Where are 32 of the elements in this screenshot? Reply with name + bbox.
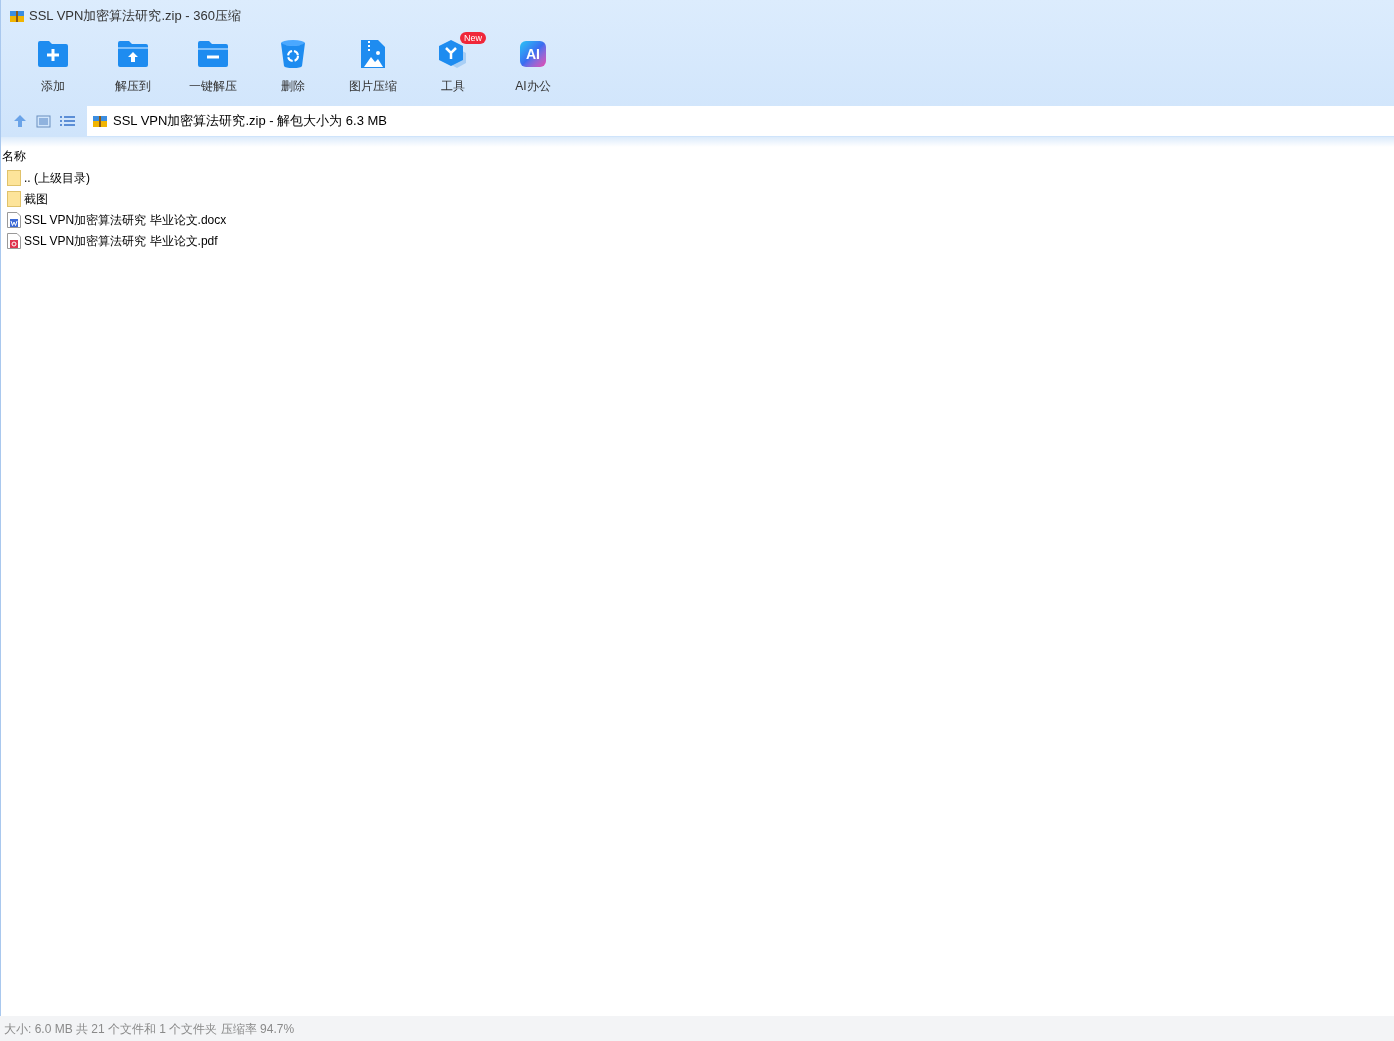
toolbar-button[interactable]: 图片压缩 <box>333 32 413 94</box>
list-view-icon[interactable] <box>60 115 75 127</box>
up-arrow-icon[interactable] <box>13 114 27 128</box>
word-document-icon <box>7 211 21 228</box>
toolbar-button[interactable]: 一键解压 <box>173 32 253 94</box>
window-title: SSL VPN加密算法研究.zip - 360压缩 <box>29 7 241 26</box>
folder-up-arrow-icon <box>117 40 149 68</box>
folder-plus-icon <box>37 40 69 68</box>
file-row[interactable]: SSL VPN加密算法研究 毕业论文.pdf <box>1 230 1394 251</box>
zipped-image-icon <box>360 39 386 69</box>
toolbar-button[interactable]: 删除 <box>253 32 333 94</box>
column-header[interactable]: 名称 <box>1 147 27 165</box>
address-bar[interactable]: SSL VPN加密算法研究.zip - 解包大小为 6.3 MB <box>87 106 1394 136</box>
folder-icon <box>7 190 21 207</box>
thumbnail-view-icon[interactable] <box>36 114 51 128</box>
ai-icon: AI <box>520 41 546 67</box>
status-text: 大小: 6.0 MB 共 21 个文件和 1 个文件夹 压缩率 94.7% <box>4 1020 295 1038</box>
file-row[interactable]: 截图 <box>1 188 1394 209</box>
toolbar-button[interactable]: AI AI办公 <box>493 32 573 94</box>
file-row[interactable]: .. (上级目录) <box>1 167 1394 188</box>
pdf-document-icon <box>7 232 21 249</box>
folder-icon <box>7 169 21 186</box>
recycle-bin-icon <box>280 39 306 69</box>
archive-icon <box>9 8 25 24</box>
new-badge: New <box>460 32 486 44</box>
file-row[interactable]: SSL VPN加密算法研究 毕业论文.docx <box>1 209 1394 230</box>
toolbar-button[interactable]: 添加 <box>13 32 93 94</box>
address-path: SSL VPN加密算法研究.zip - 解包大小为 6.3 MB <box>113 112 387 131</box>
toolbar-button[interactable]: 解压到 <box>93 32 173 94</box>
toolbar-button[interactable]: New 工具 <box>413 32 493 94</box>
folder-minus-icon <box>197 40 229 68</box>
archive-icon <box>92 113 108 129</box>
